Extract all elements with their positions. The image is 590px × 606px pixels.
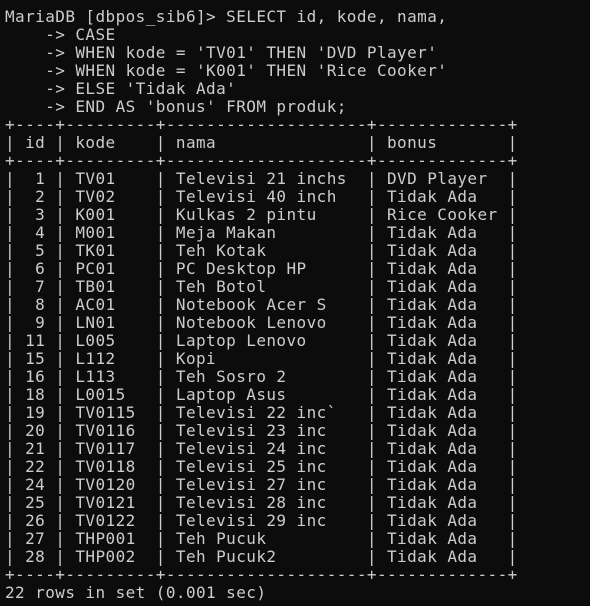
table-row: | 28 | THP002 | Teh Pucuk2 | Tidak Ada | <box>5 547 518 566</box>
terminal-output: MariaDB [dbpos_sib6]> SELECT id, kode, n… <box>5 8 590 602</box>
table-row: | 16 | L113 | Teh Sosro 2 | Tidak Ada | <box>5 367 518 386</box>
terminal-window[interactable]: MariaDB [dbpos_sib6]> SELECT id, kode, n… <box>0 0 590 606</box>
prompt-line: MariaDB [dbpos_sib6]> SELECT id, kode, n… <box>5 7 448 26</box>
table-row: | 20 | TV0116 | Televisi 23 inc | Tidak … <box>5 421 518 440</box>
table-row: | 26 | TV0122 | Televisi 29 inc | Tidak … <box>5 511 518 530</box>
table-row: | 22 | TV0118 | Televisi 25 inc | Tidak … <box>5 457 518 476</box>
table-border-header: +----+---------+--------------------+---… <box>5 151 518 170</box>
table-row: | 8 | AC01 | Notebook Acer S | Tidak Ada… <box>5 295 518 314</box>
table-row: | 5 | TK01 | Teh Kotak | Tidak Ada | <box>5 241 518 260</box>
table-row: | 11 | L005 | Laptop Lenovo | Tidak Ada … <box>5 331 518 350</box>
table-border-top: +----+---------+--------------------+---… <box>5 115 518 134</box>
table-header: | id | kode | nama | bonus | <box>5 133 518 152</box>
table-row: | 4 | M001 | Meja Makan | Tidak Ada | <box>5 223 518 242</box>
prompt-line: -> WHEN kode = 'TV01' THEN 'DVD Player' <box>5 43 438 62</box>
prompt-line: -> WHEN kode = 'K001' THEN 'Rice Cooker' <box>5 61 448 80</box>
table-row: | 19 | TV0115 | Televisi 22 inc` | Tidak… <box>5 403 518 422</box>
result-summary: 22 rows in set (0.001 sec) <box>5 583 267 602</box>
table-row: | 25 | TV0121 | Televisi 28 inc | Tidak … <box>5 493 518 512</box>
table-row: | 1 | TV01 | Televisi 21 inchs | DVD Pla… <box>5 169 518 188</box>
table-row: | 3 | K001 | Kulkas 2 pintu | Rice Cooke… <box>5 205 518 224</box>
table-row: | 2 | TV02 | Televisi 40 inch | Tidak Ad… <box>5 187 518 206</box>
table-row: | 15 | L112 | Kopi | Tidak Ada | <box>5 349 518 368</box>
table-row: | 21 | TV0117 | Televisi 24 inc | Tidak … <box>5 439 518 458</box>
table-row: | 27 | THP001 | Teh Pucuk | Tidak Ada | <box>5 529 518 548</box>
prompt-line: -> END AS 'bonus' FROM produk; <box>5 97 347 116</box>
table-row: | 18 | L0015 | Laptop Asus | Tidak Ada | <box>5 385 518 404</box>
table-row: | 24 | TV0120 | Televisi 27 inc | Tidak … <box>5 475 518 494</box>
prompt-line: -> CASE <box>5 25 116 44</box>
table-border-bottom: +----+---------+--------------------+---… <box>5 565 518 584</box>
prompt-line: -> ELSE 'Tidak Ada' <box>5 79 237 98</box>
table-row: | 6 | PC01 | PC Desktop HP | Tidak Ada | <box>5 259 518 278</box>
table-row: | 9 | LN01 | Notebook Lenovo | Tidak Ada… <box>5 313 518 332</box>
table-row: | 7 | TB01 | Teh Botol | Tidak Ada | <box>5 277 518 296</box>
